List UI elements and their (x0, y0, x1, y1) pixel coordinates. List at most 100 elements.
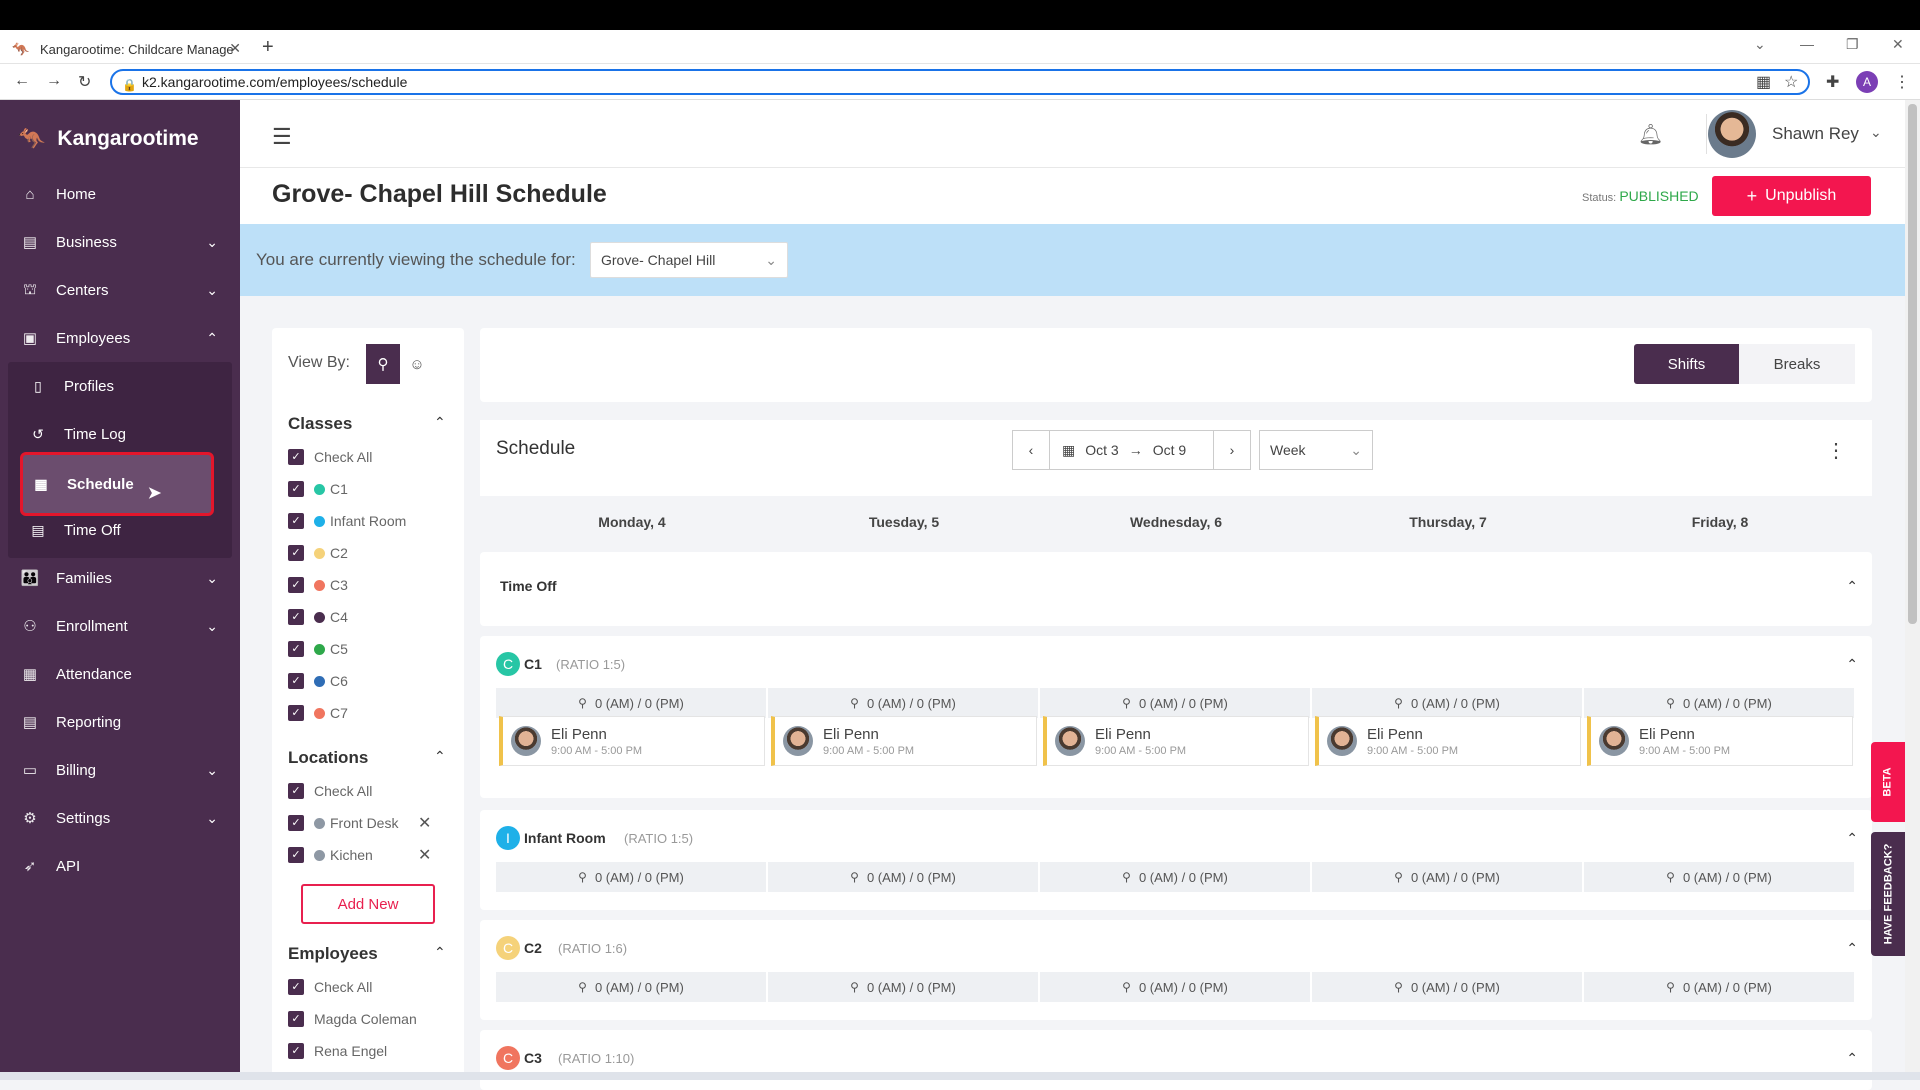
checkbox[interactable]: ✓ (288, 1043, 304, 1059)
next-week-button[interactable]: › (1213, 430, 1251, 470)
checkbox[interactable]: ✓ (288, 783, 304, 799)
star-icon[interactable]: ☆ (1784, 72, 1798, 92)
new-tab-icon[interactable]: + (262, 36, 274, 59)
beta-label: BETA (1881, 767, 1894, 797)
back-icon[interactable]: ← (14, 72, 30, 90)
reload-icon[interactable]: ↻ (78, 72, 91, 92)
checkbox[interactable]: ✓ (288, 513, 304, 529)
class-filter-row[interactable]: ✓ C7 (288, 702, 348, 724)
employee-filter-row[interactable]: ✓ Rena Engel (288, 1040, 387, 1062)
shift-card[interactable]: Eli Penn 9:00 AM - 5:00 PM (1587, 716, 1853, 766)
sidebar-item-families[interactable]: 👪 Families ⌄ (0, 556, 240, 600)
location-filter-row[interactable]: ✓ Kichen (288, 844, 373, 866)
chevron-up-icon[interactable]: ⌃ (1846, 578, 1858, 595)
location-filter-row[interactable]: ✓ Check All (288, 780, 372, 802)
page-scrollbar[interactable] (1905, 100, 1920, 1072)
checkbox[interactable]: ✓ (288, 673, 304, 689)
checkbox[interactable]: ✓ (288, 705, 304, 721)
chevron-up-icon[interactable]: ⌃ (434, 414, 446, 431)
sidebar-item-enrollment[interactable]: ⚇ Enrollment ⌄ (0, 604, 240, 648)
sidebar-item-api[interactable]: ➶ API (0, 844, 240, 888)
profile-avatar-icon[interactable]: A (1856, 71, 1878, 93)
unpublish-button[interactable]: + Unpublish (1712, 176, 1871, 216)
chevron-down-icon[interactable]: ⌄ (1870, 124, 1882, 141)
sidebar-item-business[interactable]: ▤ Business ⌄ (0, 220, 240, 264)
chevron-up-icon[interactable]: ⌃ (434, 748, 446, 765)
sidebar-item-settings[interactable]: ⚙ Settings ⌄ (0, 796, 240, 840)
add-new-location-button[interactable]: Add New (301, 884, 435, 924)
checkbox[interactable]: ✓ (288, 449, 304, 465)
view-by-location-button[interactable]: ⚲ (366, 344, 400, 384)
extensions-icon[interactable]: ✚ (1826, 72, 1839, 92)
remove-location-icon[interactable]: ✕ (418, 813, 431, 833)
chevron-down-icon: ⌄ (206, 617, 218, 634)
browser-menu-icon[interactable]: ⋮ (1894, 72, 1910, 92)
user-avatar[interactable] (1708, 110, 1756, 158)
sidebar-item-employees[interactable]: ▣ Employees ⌃ (0, 316, 240, 360)
shifts-tab[interactable]: Shifts (1634, 344, 1739, 384)
view-by-person-button[interactable]: ☺ (400, 344, 434, 384)
feedback-tab[interactable]: HAVE FEEDBACK? (1871, 832, 1905, 956)
class-filter-row[interactable]: ✓ C4 (288, 606, 348, 628)
checkbox[interactable]: ✓ (288, 609, 304, 625)
browser-tab[interactable]: 🦘 Kangarootime: Childcare Manage ✕ (12, 34, 247, 64)
class-filter-row[interactable]: ✓ C5 (288, 638, 348, 660)
beta-tab[interactable]: BETA (1871, 742, 1905, 822)
sidebar-item-attendance[interactable]: ▦ Attendance (0, 652, 240, 696)
sidebar-item-schedule[interactable]: ▦ Schedule ➤ (20, 452, 214, 516)
class-filter-row[interactable]: ✓ C1 (288, 478, 348, 500)
shift-card[interactable]: Eli Penn 9:00 AM - 5:00 PM (1043, 716, 1309, 766)
employee-filter-row[interactable]: ✓ Magda Coleman (288, 1008, 417, 1030)
shift-card[interactable]: Eli Penn 9:00 AM - 5:00 PM (771, 716, 1037, 766)
date-range-picker[interactable]: ▦ Oct 3 → Oct 9 (1049, 430, 1214, 470)
close-tab-icon[interactable]: ✕ (229, 40, 241, 57)
sidebar-item-reporting[interactable]: ▤ Reporting (0, 700, 240, 744)
class-filter-row[interactable]: ✓ Check All (288, 446, 372, 468)
employee-filter-row[interactable]: ✓ Check All (288, 976, 372, 998)
more-options-icon[interactable]: ⋮ (1826, 438, 1846, 463)
class-filter-row[interactable]: ✓ C6 (288, 670, 348, 692)
shift-card[interactable]: Eli Penn 9:00 AM - 5:00 PM (1315, 716, 1581, 766)
sidebar-item-billing[interactable]: ▭ Billing ⌄ (0, 748, 240, 792)
tab-search-icon[interactable]: ⌄ (1754, 36, 1766, 53)
sidebar-item-time-off[interactable]: ▤ Time Off (8, 508, 232, 552)
remove-location-icon[interactable]: ✕ (418, 845, 431, 865)
scrollbar-thumb[interactable] (1908, 104, 1917, 624)
chevron-up-icon[interactable]: ⌃ (1846, 940, 1858, 957)
class-filter-row[interactable]: ✓ C2 (288, 542, 348, 564)
brand[interactable]: 🦘 Kangarootime (18, 126, 199, 152)
bell-icon[interactable]: 🔔︎ (1638, 122, 1663, 147)
location-filter-row[interactable]: ✓ Front Desk (288, 812, 398, 834)
chevron-up-icon[interactable]: ⌃ (434, 944, 446, 961)
forward-icon[interactable]: → (46, 72, 62, 90)
restore-icon[interactable]: ❐ (1846, 36, 1859, 53)
checkbox[interactable]: ✓ (288, 847, 304, 863)
close-window-icon[interactable]: ✕ (1892, 36, 1904, 53)
checkbox[interactable]: ✓ (288, 545, 304, 561)
chevron-up-icon[interactable]: ⌃ (1846, 830, 1858, 847)
breaks-tab[interactable]: Breaks (1739, 344, 1855, 384)
checkbox[interactable]: ✓ (288, 577, 304, 593)
checkbox[interactable]: ✓ (288, 815, 304, 831)
sidebar-item-profiles[interactable]: ▯ Profiles (8, 364, 232, 408)
center-select[interactable]: Grove- Chapel Hill ⌄ (590, 242, 788, 278)
url-field[interactable]: 🔒 k2.kangarootime.com/employees/schedule (110, 69, 1810, 95)
class-filter-row[interactable]: ✓ Infant Room (288, 510, 406, 532)
shift-card[interactable]: Eli Penn 9:00 AM - 5:00 PM (499, 716, 765, 766)
chevron-up-icon[interactable]: ⌃ (1846, 656, 1858, 673)
checkbox[interactable]: ✓ (288, 1011, 304, 1027)
sidebar-item-centers[interactable]: ⛫ Centers ⌄ (0, 268, 240, 312)
range-select[interactable]: Week ⌄ (1259, 430, 1373, 470)
checkbox[interactable]: ✓ (288, 641, 304, 657)
hamburger-menu-icon[interactable]: ☰ (272, 124, 292, 150)
user-name[interactable]: Shawn Rey (1772, 124, 1859, 144)
sidebar-item-home[interactable]: ⌂ Home (0, 172, 240, 216)
checkbox[interactable]: ✓ (288, 979, 304, 995)
sidebar-item-time-log[interactable]: ↺ Time Log (8, 412, 232, 456)
qr-icon[interactable]: ▦ (1756, 72, 1771, 92)
previous-week-button[interactable]: ‹ (1012, 430, 1050, 470)
checkbox[interactable]: ✓ (288, 481, 304, 497)
minimize-icon[interactable]: — (1800, 36, 1814, 52)
chevron-up-icon[interactable]: ⌃ (1846, 1050, 1858, 1067)
class-filter-row[interactable]: ✓ C3 (288, 574, 348, 596)
